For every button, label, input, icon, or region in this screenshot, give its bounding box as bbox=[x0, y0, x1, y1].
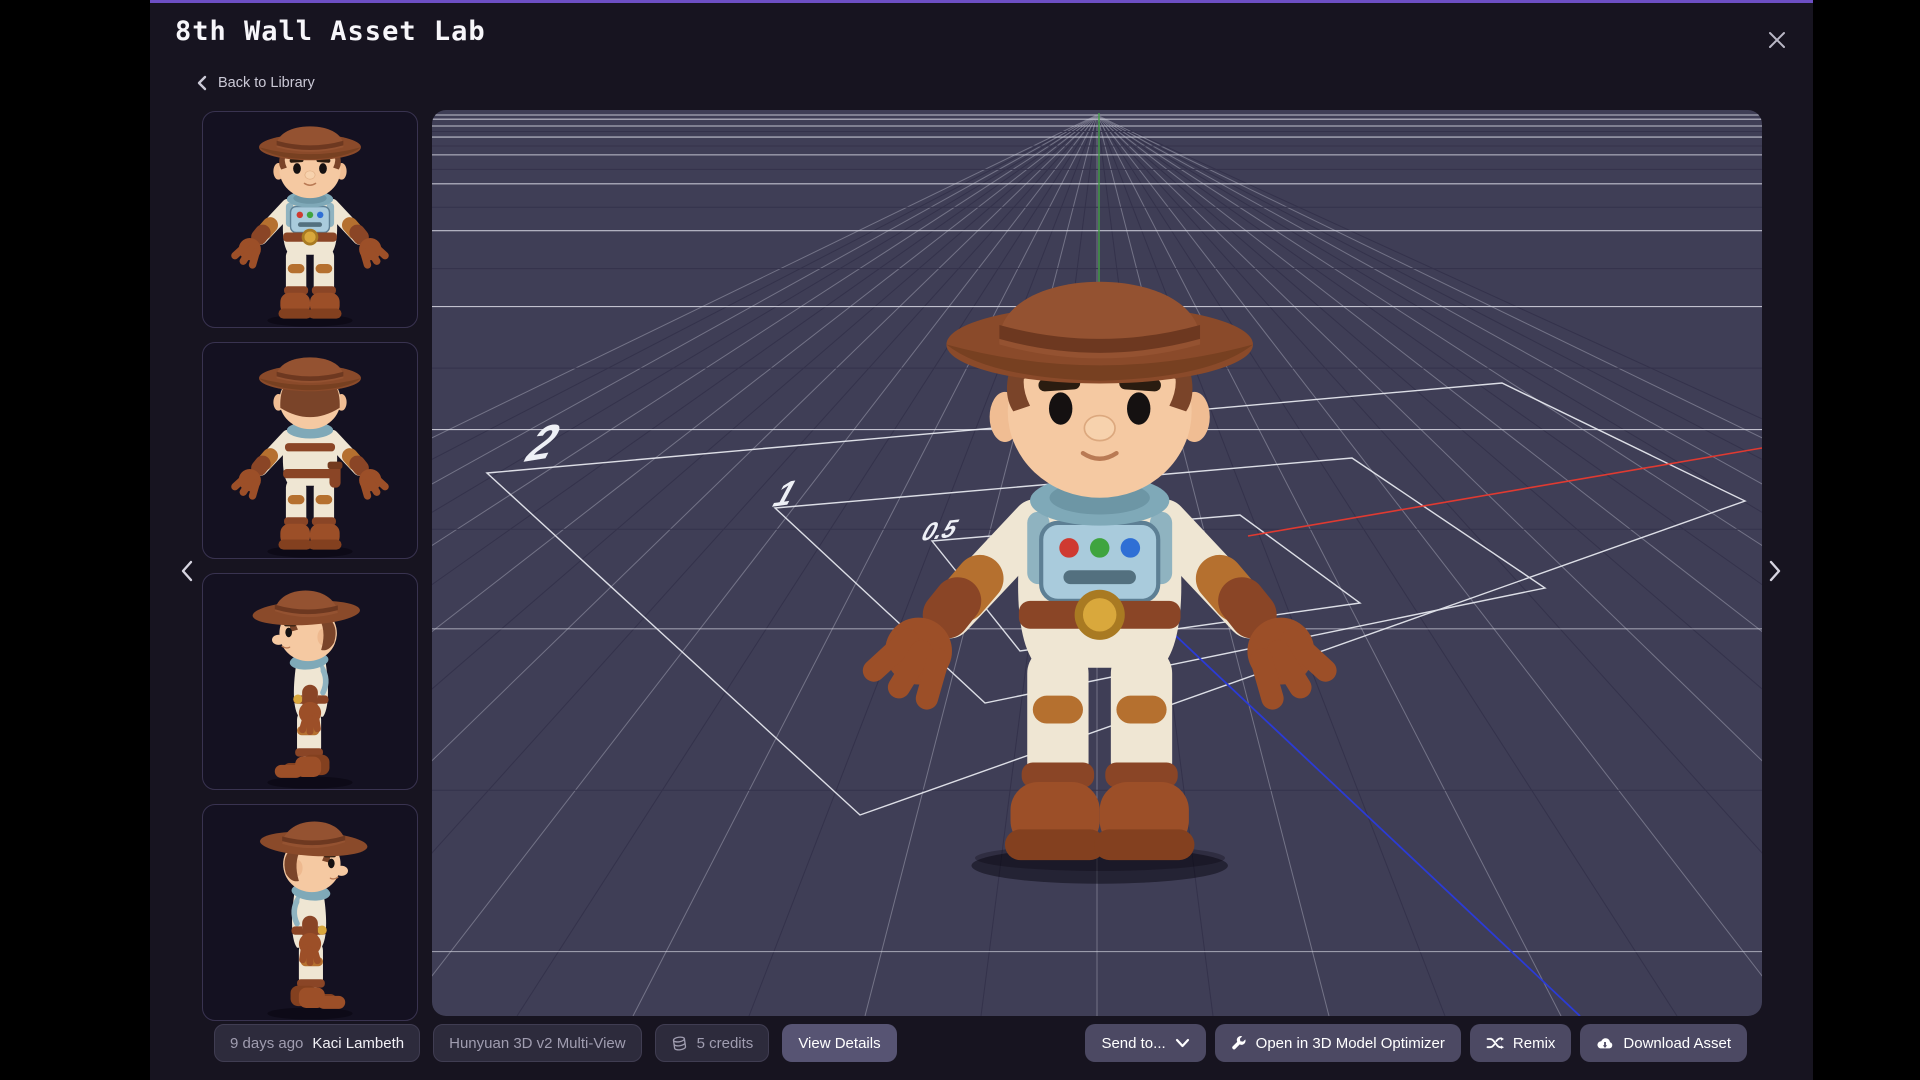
remix-label: Remix bbox=[1513, 1035, 1556, 1052]
carousel-prev-button[interactable] bbox=[176, 555, 198, 587]
send-to-button[interactable]: Send to... bbox=[1085, 1024, 1205, 1062]
view-details-button[interactable]: View Details bbox=[782, 1024, 896, 1062]
model-pill: Hunyuan 3D v2 Multi-View bbox=[433, 1024, 641, 1062]
view-details-label: View Details bbox=[798, 1035, 880, 1052]
download-asset-label: Download Asset bbox=[1623, 1035, 1731, 1052]
close-button[interactable] bbox=[1762, 25, 1792, 55]
page-title: 8th Wall Asset Lab bbox=[175, 16, 486, 47]
footer-meta-group: 9 days ago Kaci Lambeth Hunyuan 3D v2 Mu… bbox=[214, 1024, 897, 1062]
cloud-download-icon bbox=[1596, 1036, 1614, 1051]
thumbnail-right-art bbox=[203, 805, 417, 1020]
thumbnail-back-art bbox=[203, 343, 417, 558]
thumbnail-left-side-view[interactable] bbox=[202, 573, 418, 790]
credits-pill: 5 credits bbox=[655, 1024, 770, 1062]
open-optimizer-label: Open in 3D Model Optimizer bbox=[1256, 1035, 1445, 1052]
credits-count: 5 credits bbox=[697, 1035, 754, 1052]
asset-lab-modal: 8th Wall Asset Lab Back to Library bbox=[150, 0, 1813, 1080]
scale-label-1: 1 bbox=[766, 471, 806, 514]
model-cowboy-astronaut bbox=[874, 282, 1325, 884]
thumbnail-back-view[interactable] bbox=[202, 342, 418, 559]
chevron-down-icon bbox=[1175, 1038, 1190, 1048]
remix-button[interactable]: Remix bbox=[1470, 1024, 1572, 1062]
thumbnail-front-art bbox=[203, 112, 417, 327]
wrench-icon bbox=[1231, 1035, 1247, 1051]
scale-label-2: 2 bbox=[517, 412, 571, 473]
download-asset-button[interactable]: Download Asset bbox=[1580, 1024, 1747, 1062]
3d-viewport[interactable]: 2 1 0.5 bbox=[432, 110, 1762, 1016]
chevron-left-icon bbox=[196, 75, 208, 91]
open-optimizer-button[interactable]: Open in 3D Model Optimizer bbox=[1215, 1024, 1461, 1062]
credits-coin-stack-icon bbox=[671, 1035, 688, 1052]
send-to-label: Send to... bbox=[1101, 1035, 1165, 1052]
chevron-left-icon bbox=[180, 559, 194, 583]
thumbnail-right-side-view[interactable] bbox=[202, 804, 418, 1021]
scale-label-0-5: 0.5 bbox=[916, 514, 964, 547]
shuffle-icon bbox=[1486, 1035, 1504, 1051]
carousel-next-button[interactable] bbox=[1764, 555, 1786, 587]
footer-actions-group: Send to... Open in 3D Model Optimizer R bbox=[1085, 1024, 1747, 1062]
chevron-right-icon bbox=[1768, 559, 1782, 583]
back-to-library-link[interactable]: Back to Library bbox=[196, 75, 315, 91]
viewport-canvas: 2 1 0.5 bbox=[432, 110, 1762, 1016]
close-icon bbox=[1767, 30, 1787, 50]
asset-meta-pill: 9 days ago Kaci Lambeth bbox=[214, 1024, 420, 1062]
back-label: Back to Library bbox=[218, 75, 315, 91]
asset-author: Kaci Lambeth bbox=[312, 1035, 404, 1052]
thumbnail-rail bbox=[202, 111, 418, 1021]
model-name: Hunyuan 3D v2 Multi-View bbox=[449, 1035, 625, 1052]
thumbnail-front-view[interactable] bbox=[202, 111, 418, 328]
asset-age: 9 days ago bbox=[230, 1035, 303, 1052]
thumbnail-left-art bbox=[203, 574, 417, 789]
